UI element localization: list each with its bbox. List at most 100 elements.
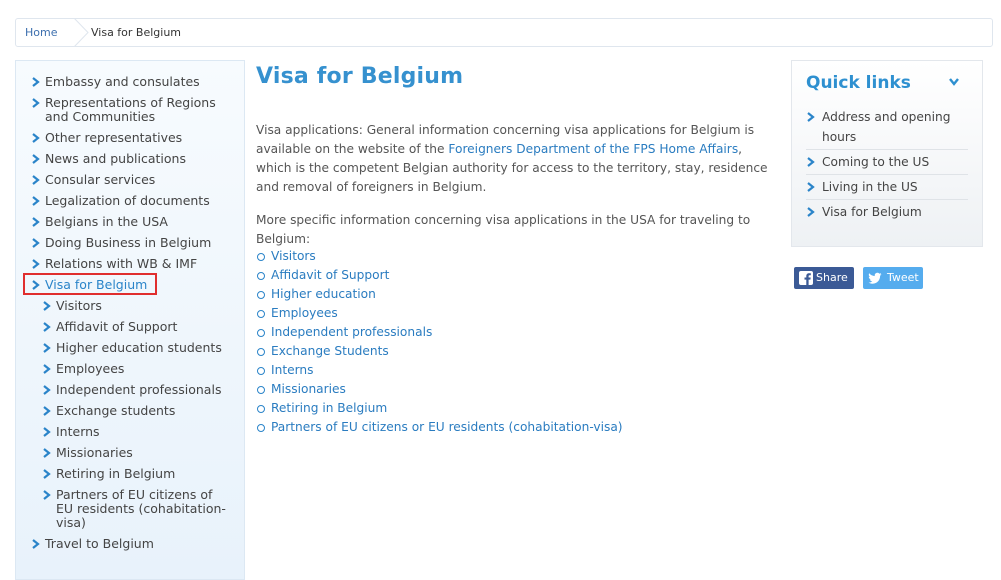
breadcrumb-separator-icon xyxy=(73,18,89,47)
facebook-icon xyxy=(799,271,813,285)
quick-link-label: Visa for Belgium xyxy=(822,205,922,219)
quick-link-visa[interactable]: Visa for Belgium xyxy=(806,202,968,224)
sidebar-subitem-higher-education[interactable]: Higher education students xyxy=(41,341,231,355)
list-item[interactable]: Independent professionals xyxy=(256,324,623,343)
sidebar-item-label: Embassy and consulates xyxy=(45,74,200,89)
visa-link-partners[interactable]: Partners of EU citizens or EU residents … xyxy=(271,420,623,434)
quick-link-address[interactable]: Address and opening hours xyxy=(806,107,968,150)
sidebar-subitem-missionaries[interactable]: Missionaries xyxy=(41,446,231,460)
sidebar-item-label: Higher education students xyxy=(56,340,222,355)
sidebar-item-representations[interactable]: Representations of Regions and Communiti… xyxy=(30,96,235,124)
chevron-down-icon[interactable] xyxy=(948,77,960,87)
breadcrumb: Home Visa for Belgium xyxy=(15,18,993,47)
visa-link-missionaries[interactable]: Missionaries xyxy=(271,382,346,396)
sidebar-subitem-interns[interactable]: Interns xyxy=(41,425,231,439)
visa-link-independent[interactable]: Independent professionals xyxy=(271,325,432,339)
sidebar-item-label: Independent professionals xyxy=(56,382,222,397)
list-item[interactable]: Employees xyxy=(256,305,623,324)
sidebar-item-label: Travel to Belgium xyxy=(45,536,154,551)
intro-paragraph: Visa applications: General information c… xyxy=(256,121,776,197)
chevron-right-icon xyxy=(32,98,40,108)
sidebar-item-other-representatives[interactable]: Other representatives xyxy=(30,131,235,145)
visa-link-higher-education[interactable]: Higher education xyxy=(271,287,376,301)
bullet-icon xyxy=(257,367,265,375)
chevron-right-icon xyxy=(32,77,40,87)
bullet-icon xyxy=(257,329,265,337)
chevron-right-icon xyxy=(32,238,40,248)
visa-link-affidavit[interactable]: Affidavit of Support xyxy=(271,268,389,282)
chevron-right-icon xyxy=(43,448,51,458)
chevron-right-icon xyxy=(43,343,51,353)
breadcrumb-current: Visa for Belgium xyxy=(91,26,182,39)
visa-link-retiring[interactable]: Retiring in Belgium xyxy=(271,401,387,415)
list-item[interactable]: Partners of EU citizens or EU residents … xyxy=(256,419,623,438)
sidebar-item-news[interactable]: News and publications xyxy=(30,152,235,166)
sidebar-item-business[interactable]: Doing Business in Belgium xyxy=(30,236,235,250)
sidebar-item-visa[interactable]: Visa for Belgium xyxy=(30,278,235,292)
chevron-right-icon xyxy=(807,182,815,192)
sidebar-item-belgians-usa[interactable]: Belgians in the USA xyxy=(30,215,235,229)
quick-link-label: Living in the US xyxy=(822,180,918,194)
sidebar-item-label: Visa for Belgium xyxy=(45,277,148,292)
list-item[interactable]: Visitors xyxy=(256,248,623,267)
sidebar-item-label: Interns xyxy=(56,424,100,439)
quick-link-label: Coming to the US xyxy=(822,155,930,169)
sidebar-item-consular[interactable]: Consular services xyxy=(30,173,235,187)
page-title: Visa for Belgium xyxy=(256,64,464,89)
sidebar-item-label: Belgians in the USA xyxy=(45,214,168,229)
quick-links-title: Quick links xyxy=(806,73,911,93)
sidebar-item-label: Doing Business in Belgium xyxy=(45,235,212,250)
chevron-right-icon xyxy=(43,322,51,332)
sidebar-item-label: Relations with WB & IMF xyxy=(45,256,198,271)
chevron-right-icon xyxy=(32,539,40,549)
foreigners-department-link[interactable]: Foreigners Department of the FPS Home Af… xyxy=(448,142,738,156)
chevron-right-icon xyxy=(32,196,40,206)
visa-link-employees[interactable]: Employees xyxy=(271,306,338,320)
sidebar-item-wb-imf[interactable]: Relations with WB & IMF xyxy=(30,257,235,271)
list-item[interactable]: Exchange Students xyxy=(256,343,623,362)
chevron-right-icon xyxy=(32,133,40,143)
visa-link-exchange[interactable]: Exchange Students xyxy=(271,344,389,358)
chevron-right-icon xyxy=(807,207,815,217)
sidebar-subitem-exchange[interactable]: Exchange students xyxy=(41,404,231,418)
list-item[interactable]: Affidavit of Support xyxy=(256,267,623,286)
bullet-icon xyxy=(257,272,265,280)
visa-link-interns[interactable]: Interns xyxy=(271,363,313,377)
sidebar-subitem-affidavit[interactable]: Affidavit of Support xyxy=(41,320,231,334)
chevron-right-icon xyxy=(43,385,51,395)
list-item[interactable]: Missionaries xyxy=(256,381,623,400)
chevron-right-icon xyxy=(32,154,40,164)
quick-link-living-us[interactable]: Living in the US xyxy=(806,177,968,200)
visa-link-visitors[interactable]: Visitors xyxy=(271,249,316,263)
list-item[interactable]: Retiring in Belgium xyxy=(256,400,623,419)
sidebar-nav: Embassy and consulates Representations o… xyxy=(15,60,245,580)
sidebar-subitem-independent[interactable]: Independent professionals xyxy=(41,383,231,397)
twitter-tweet-label: Tweet xyxy=(887,271,919,284)
sidebar-item-travel[interactable]: Travel to Belgium xyxy=(30,537,235,551)
quick-links-panel: Quick links Address and opening hours Co… xyxy=(791,60,983,247)
chevron-right-icon xyxy=(43,301,51,311)
sidebar-item-label: Partners of EU citizens of EU residents … xyxy=(56,487,226,530)
sidebar-item-label: News and publications xyxy=(45,151,186,166)
breadcrumb-home-link[interactable]: Home xyxy=(16,19,74,46)
list-item[interactable]: Interns xyxy=(256,362,623,381)
list-item[interactable]: Higher education xyxy=(256,286,623,305)
specific-info-paragraph: More specific information concerning vis… xyxy=(256,213,751,246)
sidebar-item-label: Legalization of documents xyxy=(45,193,210,208)
chevron-right-icon xyxy=(43,469,51,479)
chevron-right-icon xyxy=(32,280,40,290)
quick-link-coming-us[interactable]: Coming to the US xyxy=(806,152,968,175)
sidebar-subitem-retiring[interactable]: Retiring in Belgium xyxy=(41,467,231,481)
sidebar-item-embassy[interactable]: Embassy and consulates xyxy=(30,75,235,89)
sidebar-item-label: Consular services xyxy=(45,172,156,187)
facebook-share-button[interactable]: Share xyxy=(794,267,854,289)
sidebar-subitem-employees[interactable]: Employees xyxy=(41,362,231,376)
sidebar-item-legalization[interactable]: Legalization of documents xyxy=(30,194,235,208)
chevron-right-icon xyxy=(32,175,40,185)
chevron-right-icon xyxy=(43,406,51,416)
sidebar-item-label: Affidavit of Support xyxy=(56,319,178,334)
sidebar-subitem-partners[interactable]: Partners of EU citizens of EU residents … xyxy=(41,488,231,530)
sidebar-subitem-visitors[interactable]: Visitors xyxy=(41,299,231,313)
twitter-tweet-button[interactable]: Tweet xyxy=(863,267,923,289)
bullet-icon xyxy=(257,253,265,261)
